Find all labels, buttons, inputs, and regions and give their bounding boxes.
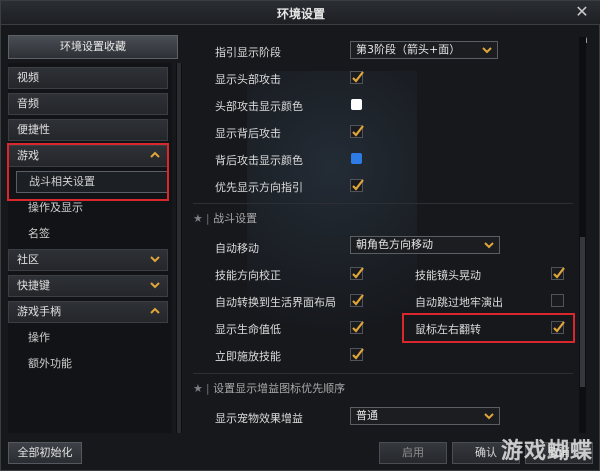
show-head-attack-label: 显示头部攻击 — [215, 73, 281, 86]
auto-skip-cutscene-checkbox[interactable] — [551, 294, 564, 307]
titlebar: 环境设置 ✕ — [1, 1, 600, 25]
priority-direction-label: 优先显示方向指引 — [215, 181, 303, 194]
pet-buff-label: 显示宠物效果增益 — [215, 412, 303, 425]
scrollbar-thumb[interactable] — [580, 237, 585, 387]
chevron-down-icon — [150, 256, 160, 263]
auto-move-label: 自动移动 — [215, 242, 259, 255]
head-attack-color-swatch[interactable] — [351, 99, 362, 110]
auto-move-value: 朝角色方向移动 — [356, 238, 433, 251]
background-art — [247, 71, 417, 391]
pet-buff-value: 普通 — [356, 409, 378, 422]
sidebar-item-video[interactable]: 视频 — [8, 67, 168, 89]
chevron-up-icon — [150, 307, 160, 314]
star-icon[interactable]: ★ — [193, 382, 203, 395]
show-back-attack-label: 显示背后攻击 — [215, 127, 281, 140]
close-icon[interactable]: ✕ — [573, 3, 591, 21]
reset-all-button[interactable]: 全部初始化 — [8, 442, 82, 464]
instant-cast-checkbox[interactable] — [350, 348, 364, 361]
sidebar-scrollbar[interactable] — [176, 63, 182, 433]
buff-section-header: ★ | 设置显示增益图标优先顺序 — [193, 382, 346, 395]
sidebar-item-gamepad[interactable]: 游戏手柄 — [8, 301, 168, 323]
settings-window: 环境设置 ✕ 环境设置收藏 视频 音频 便捷性 游戏 战斗相关设置 操作及显示 … — [0, 0, 600, 471]
sidebar-item-label: 社区 — [17, 253, 39, 266]
sidebar-subitem-gamepad-control[interactable]: 操作 — [16, 327, 168, 349]
skill-camera-shake-checkbox[interactable] — [551, 267, 565, 280]
sidebar: 环境设置收藏 视频 音频 便捷性 游戏 战斗相关设置 操作及显示 名签 社区 快… — [8, 31, 182, 433]
priority-direction-checkbox[interactable] — [350, 179, 364, 192]
show-hp-low-label: 显示生命值低 — [215, 323, 281, 336]
combat-section-title: 战斗设置 — [213, 212, 258, 225]
show-head-attack-checkbox[interactable] — [350, 71, 364, 84]
divider — [193, 203, 573, 204]
sidebar-subitem-nametag[interactable]: 名签 — [16, 223, 168, 245]
star-icon[interactable]: ★ — [193, 212, 203, 225]
check-icon — [352, 179, 364, 191]
instant-cast-label: 立即施放技能 — [215, 350, 281, 363]
guide-stage-value: 第3阶段（箭头+面） — [356, 43, 461, 56]
sidebar-item-audio[interactable]: 音频 — [8, 93, 168, 115]
settings-panel: 指引显示阶段 第3阶段（箭头+面） 显示头部攻击 头部攻击显示颜色 显示背后攻击… — [187, 31, 587, 433]
highlight-box-game — [7, 143, 169, 201]
auto-move-dropdown[interactable]: 朝角色方向移动 — [350, 236, 500, 254]
sidebar-item-label: 音频 — [17, 97, 39, 110]
pet-buff-dropdown[interactable]: 普通 — [350, 407, 500, 425]
sidebar-item-label: 游戏手柄 — [17, 305, 61, 318]
sidebar-item-community[interactable]: 社区 — [8, 249, 168, 271]
sidebar-item-label: 视频 — [17, 71, 39, 84]
show-back-attack-checkbox[interactable] — [350, 125, 364, 138]
settings-scrollbar[interactable] — [579, 37, 586, 433]
chevron-down-icon — [482, 47, 492, 54]
head-attack-color-label: 头部攻击显示颜色 — [215, 100, 303, 113]
auto-switch-layout-label: 自动转换到生活界面布局 — [215, 296, 336, 309]
guide-stage-label: 指引显示阶段 — [215, 46, 281, 59]
guide-stage-dropdown[interactable]: 第3阶段（箭头+面） — [350, 41, 498, 59]
check-icon — [553, 267, 565, 279]
skill-direction-fix-checkbox[interactable] — [350, 267, 364, 280]
show-hp-low-checkbox[interactable] — [350, 321, 364, 334]
highlight-box-mouse-swap — [402, 313, 575, 343]
chevron-down-icon — [150, 282, 160, 289]
favorites-button[interactable]: 环境设置收藏 — [8, 35, 178, 59]
window-title: 环境设置 — [276, 7, 325, 21]
sidebar-item-hotkeys[interactable]: 快捷键 — [8, 275, 168, 297]
sidebar-menu: 视频 音频 便捷性 游戏 战斗相关设置 操作及显示 名签 社区 快捷键 游戏手柄 — [8, 63, 172, 433]
auto-switch-layout-checkbox[interactable] — [350, 294, 364, 307]
sidebar-item-label: 快捷键 — [17, 279, 50, 292]
check-icon — [352, 321, 364, 333]
chevron-down-icon — [484, 413, 494, 420]
check-icon — [352, 125, 364, 137]
back-attack-color-swatch[interactable] — [351, 153, 362, 164]
divider — [193, 373, 573, 374]
check-icon — [352, 294, 364, 306]
sidebar-item-convenience[interactable]: 便捷性 — [8, 119, 168, 141]
combat-section-header: ★ | 战斗设置 — [193, 212, 258, 225]
check-icon — [352, 267, 364, 279]
check-icon — [352, 71, 364, 83]
sidebar-subitem-gamepad-extra[interactable]: 额外功能 — [16, 353, 168, 375]
sidebar-item-label: 便捷性 — [17, 123, 50, 136]
scrollbar-thumb[interactable] — [177, 63, 181, 433]
watermark: 游戏蝴蝶 — [500, 439, 593, 464]
skill-camera-shake-label: 技能镜头晃动 — [415, 269, 481, 282]
skill-direction-fix-label: 技能方向校正 — [215, 269, 281, 282]
buff-section-title: 设置显示增益图标优先顺序 — [213, 382, 346, 395]
check-icon — [352, 348, 364, 360]
chevron-down-icon — [484, 242, 494, 249]
back-attack-color-label: 背后攻击显示颜色 — [215, 154, 303, 167]
auto-skip-cutscene-label: 自动跳过地牢演出 — [415, 296, 503, 309]
apply-button[interactable]: 启用 — [379, 442, 447, 464]
